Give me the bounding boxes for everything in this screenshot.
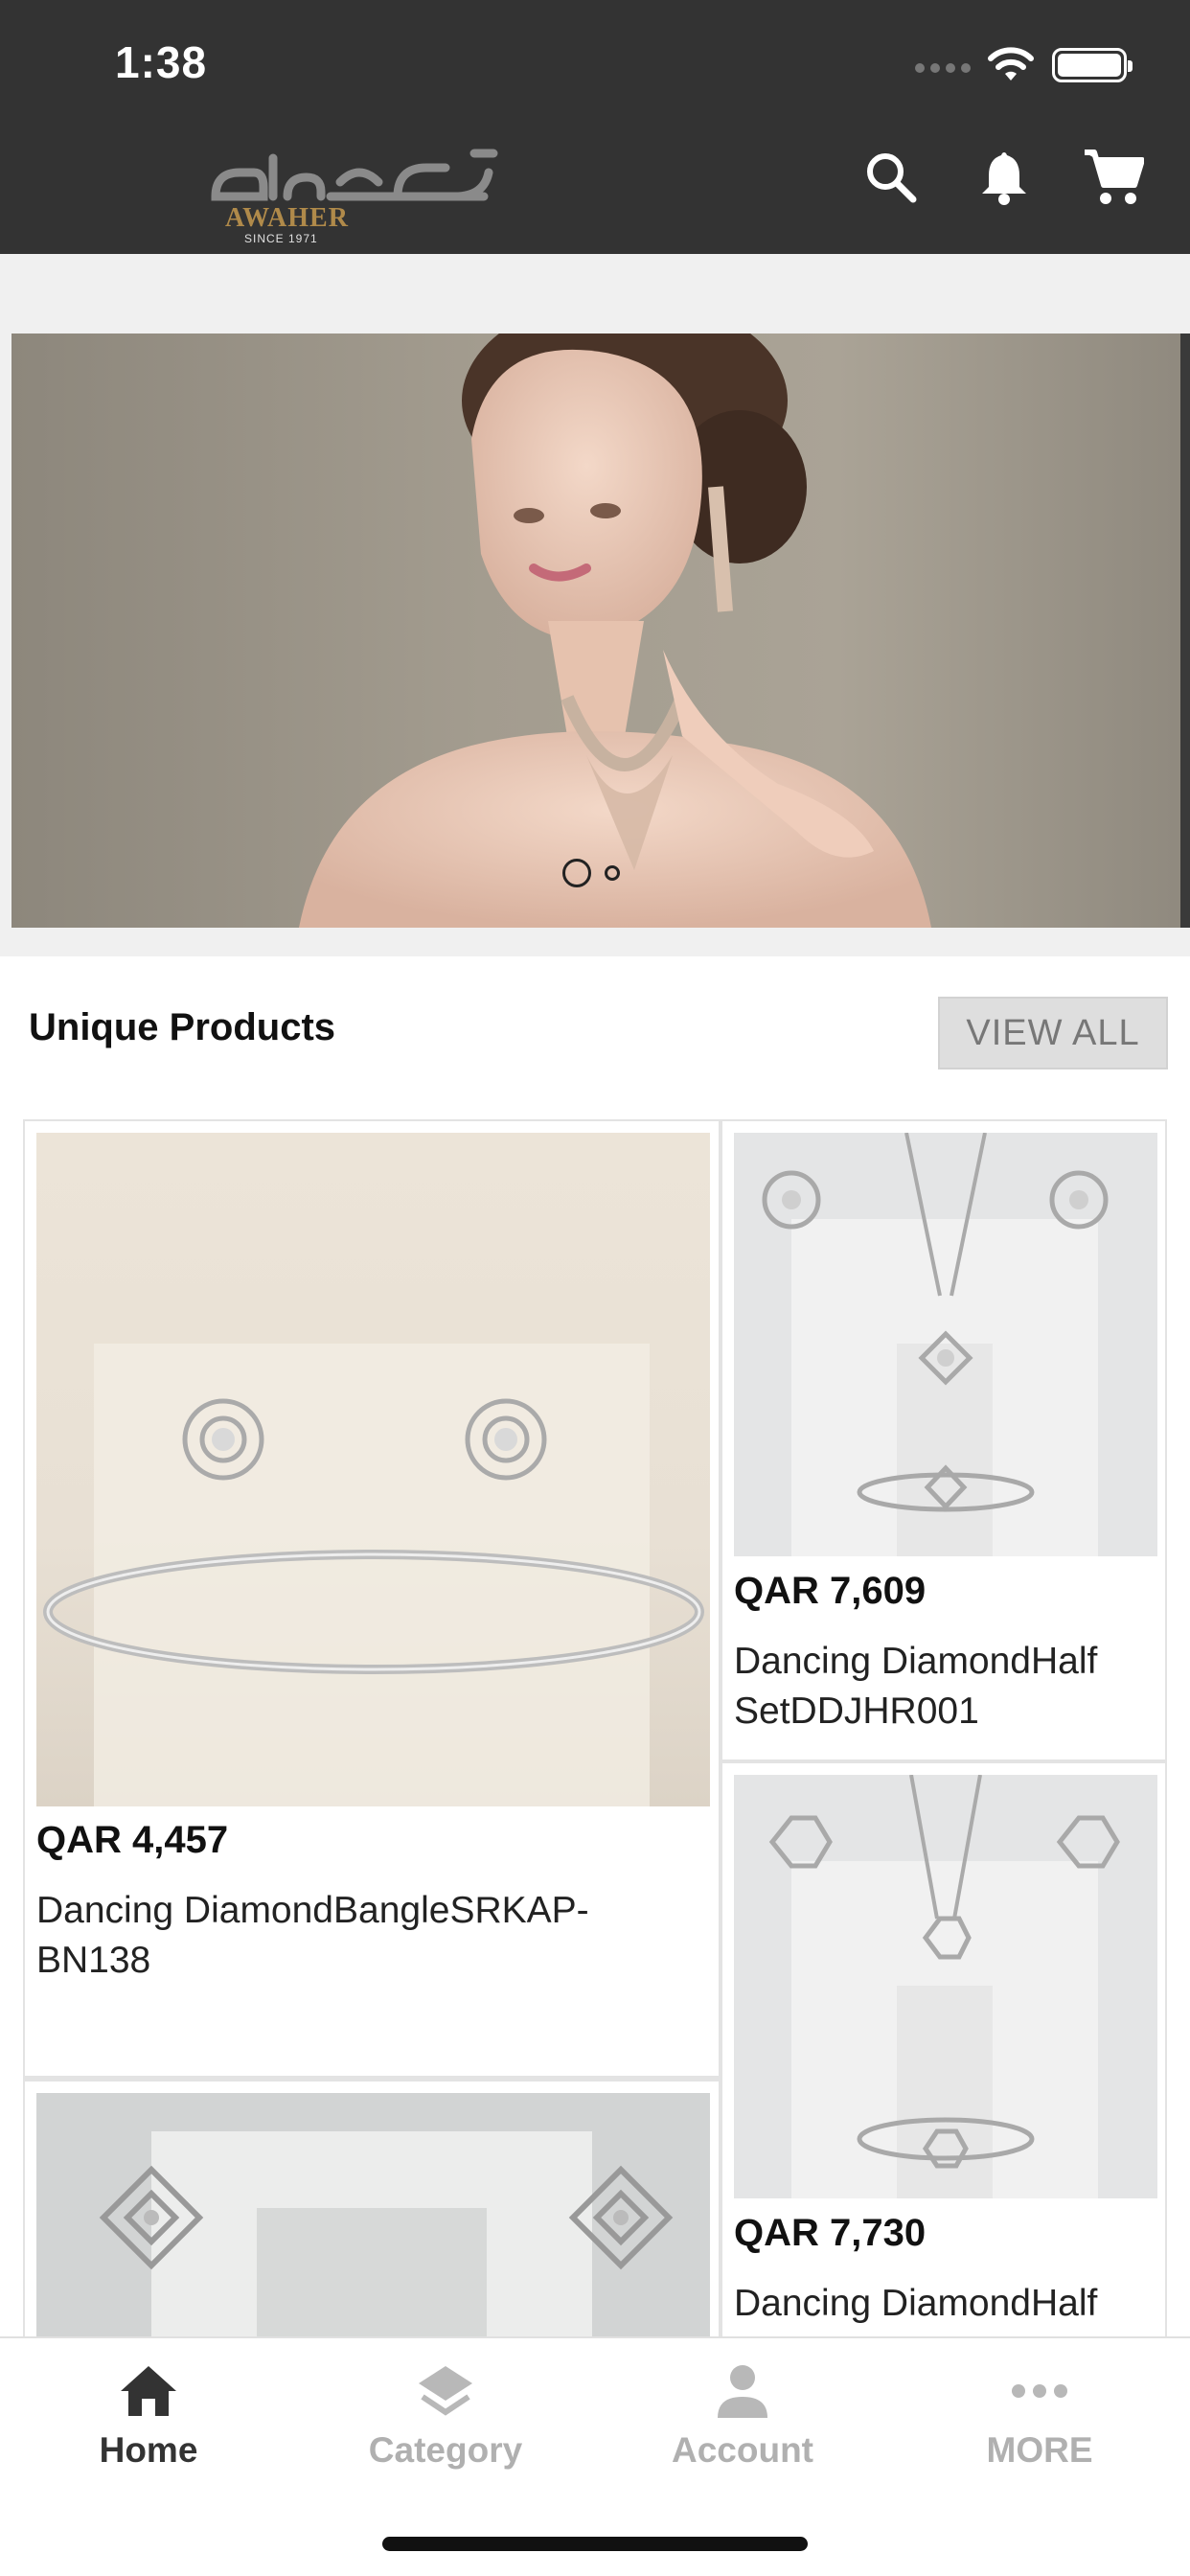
product-name: Dancing DiamondBangleSRKAP-BN138 [36, 1890, 589, 1981]
layers-icon [412, 2358, 479, 2425]
nav-more[interactable]: MORE [944, 2358, 1135, 2501]
nav-category[interactable]: Category [350, 2358, 541, 2501]
app-screen: 1:38 AWAHER SINCE 1971 Unique Products V… [0, 0, 1190, 2576]
carousel-dot-active[interactable] [562, 859, 591, 887]
nav-category-label: Category [368, 2430, 523, 2470]
nav-more-label: MORE [986, 2430, 1093, 2470]
banner-image [299, 334, 931, 928]
product-price: QAR 4,457 [36, 1819, 229, 1861]
product-card[interactable]: QAR 4,457 Dancing DiamondBangleSRKAP-BN1… [25, 1121, 719, 2076]
view-all-button[interactable]: VIEW ALL [938, 997, 1168, 1070]
product-card[interactable]: QAR 7,609 Dancing DiamondHalf SetDDJHR00… [722, 1121, 1165, 1760]
product-name: Dancing DiamondHalf SetDDJHR001 [734, 1641, 1098, 1732]
logo-text: AWAHER [225, 203, 349, 233]
nav-home-label: Home [99, 2430, 198, 2470]
banner-edge [1180, 334, 1190, 928]
nav-account[interactable]: Account [647, 2358, 838, 2501]
product-image [734, 1775, 1157, 2198]
product-image [36, 1133, 710, 1806]
nav-account-label: Account [672, 2430, 813, 2470]
more-dots-icon [1006, 2358, 1073, 2425]
carousel-dot[interactable] [605, 865, 620, 881]
status-time: 1:38 [115, 37, 208, 87]
home-icon [115, 2358, 182, 2425]
logo-since: SINCE 1971 [244, 232, 318, 245]
brand-logo[interactable]: AWAHER SINCE 1971 [196, 144, 513, 249]
top-bar: 1:38 AWAHER SINCE 1971 [0, 0, 1190, 254]
section-title: Unique Products [29, 1006, 336, 1048]
product-image [36, 2093, 710, 2336]
nav-home[interactable]: Home [53, 2358, 244, 2501]
wifi-icon [988, 47, 1034, 80]
product-price: QAR 7,609 [734, 1570, 927, 1612]
product-card[interactable] [25, 2082, 719, 2336]
signal-icon [915, 63, 971, 73]
cart-icon[interactable] [1080, 144, 1147, 211]
home-indicator[interactable] [382, 2537, 808, 2551]
person-icon [709, 2358, 776, 2425]
carousel-dots[interactable] [562, 859, 620, 887]
search-icon[interactable] [858, 144, 925, 211]
product-card[interactable]: QAR 7,730 Dancing DiamondHalf [722, 1763, 1165, 2336]
product-name: Dancing DiamondHalf [734, 2283, 1098, 2324]
battery-icon [1052, 48, 1133, 82]
product-image [734, 1133, 1157, 1556]
hero-banner[interactable] [11, 334, 1190, 928]
bell-icon[interactable] [971, 144, 1038, 211]
product-price: QAR 7,730 [734, 2212, 927, 2254]
